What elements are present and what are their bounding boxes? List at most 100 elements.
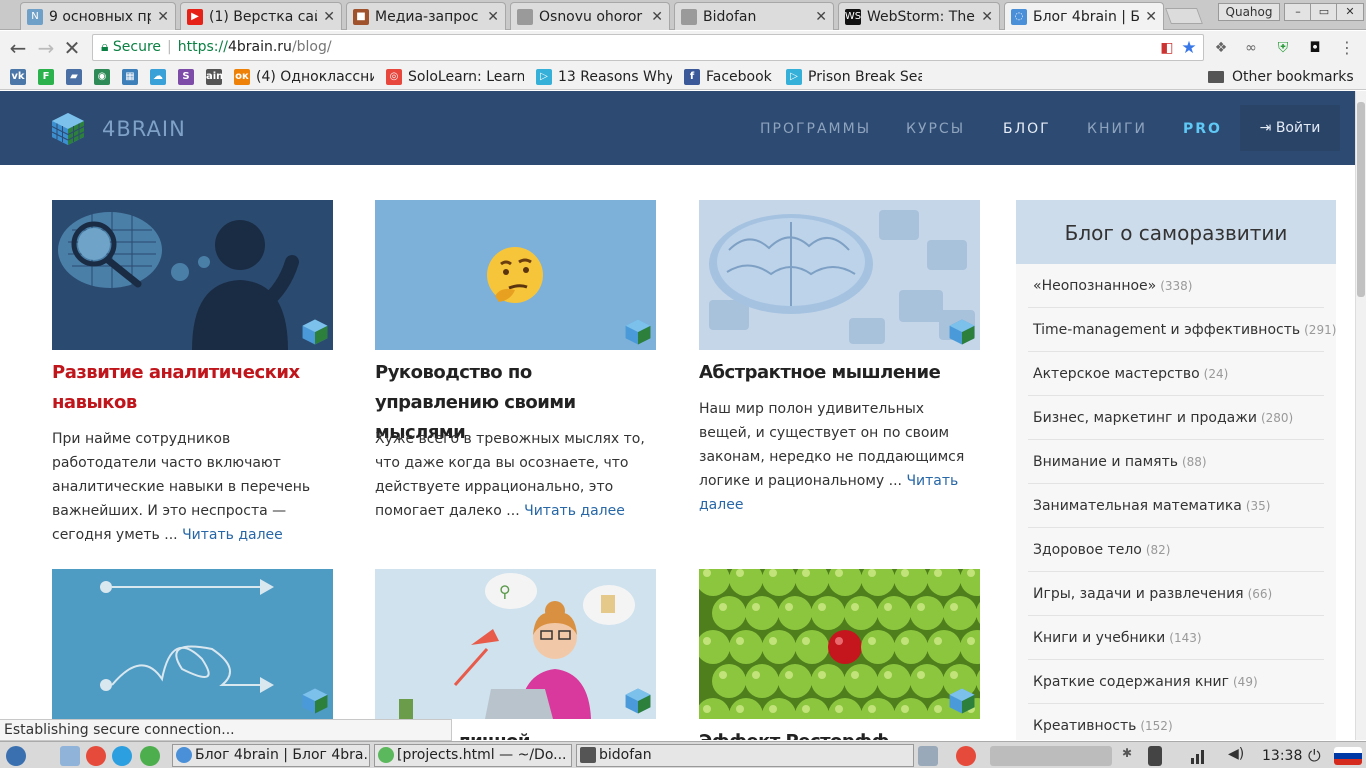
taskbar-window-folder[interactable]: bidofan [576, 744, 914, 767]
menu-icon[interactable]: ⋮ [1338, 39, 1356, 57]
tab-active[interactable]: ◌ Блог 4brain | Бл ✕ [1004, 2, 1164, 30]
tab[interactable]: N 9 основных пр ✕ [20, 2, 176, 30]
thinking-face-illustration [375, 200, 656, 350]
category-item[interactable]: Креативность (152) [1028, 704, 1324, 740]
post-thumbnail[interactable] [699, 200, 980, 350]
volume-icon[interactable]: ◀) [1228, 746, 1246, 766]
nav-blog[interactable]: БЛОГ [1003, 121, 1051, 137]
category-item[interactable]: Внимание и память (88) [1028, 440, 1324, 484]
grid-icon: ▦ [122, 69, 138, 85]
taskbar-window-browser[interactable]: Блог 4brain | Блог 4bra... [172, 744, 370, 767]
post-thumbnail[interactable] [52, 569, 333, 719]
bookmark-item[interactable]: vk [10, 68, 32, 86]
bookmark-item[interactable]: ◉ [94, 68, 116, 86]
site-logo[interactable]: 4BRAIN [50, 111, 186, 147]
workspace-icon[interactable] [918, 746, 938, 766]
signal-icon[interactable] [1190, 746, 1208, 766]
bookmark-item[interactable]: F [38, 68, 60, 86]
category-item[interactable]: Игры, задачи и развлечения (66) [1028, 572, 1324, 616]
shield-extension-icon[interactable]: ⛨ [1274, 39, 1292, 57]
workspace-pager[interactable] [990, 746, 1112, 766]
category-item[interactable]: Здоровое тело (82) [1028, 528, 1324, 572]
minimize-button[interactable]: – [1284, 3, 1312, 21]
stop-loading-icon[interactable]: ✕ [60, 36, 84, 60]
bookmark-item[interactable]: ок (4) Одноклассни [234, 68, 374, 86]
category-item[interactable]: Time-management и эффективность (291) [1028, 308, 1336, 352]
atom-launcher-icon[interactable] [140, 746, 160, 766]
battery-icon[interactable] [1148, 746, 1162, 766]
bookmark-item[interactable]: ▦ [122, 68, 144, 86]
close-icon[interactable]: ✕ [323, 9, 335, 25]
keyboard-layout-flag-icon[interactable] [1334, 747, 1362, 765]
category-name: Time-management и эффективность [1033, 322, 1301, 338]
chrome-tray-icon[interactable] [956, 746, 976, 766]
tab[interactable]: ■ Медиа-запрос ✕ [346, 2, 506, 30]
forward-icon[interactable]: → [34, 36, 58, 60]
category-item[interactable]: Краткие содержания книг (49) [1028, 660, 1324, 704]
url-scheme: https:// [177, 39, 228, 55]
category-item[interactable]: Актерское мастерство (24) [1028, 352, 1324, 396]
tab[interactable]: ▶ (1) Верстка сай ✕ [180, 2, 342, 30]
nav-books[interactable]: КНИГИ [1087, 121, 1147, 137]
post-thumbnail[interactable] [699, 569, 980, 719]
file-manager-icon[interactable] [60, 746, 80, 766]
logo-cube-icon [51, 113, 85, 145]
bookmark-item[interactable]: f Facebook [684, 68, 778, 86]
category-count: (152) [1140, 719, 1173, 733]
bookmark-item[interactable]: ▷ Prison Break Sea [786, 68, 922, 86]
star-bookmark-icon[interactable]: ★ [1180, 39, 1198, 57]
maximize-button[interactable]: ▭ [1310, 3, 1338, 21]
brain-puzzle-illustration [699, 200, 980, 350]
start-menu-icon[interactable] [6, 746, 26, 766]
category-item[interactable]: Занимательная математика (35) [1028, 484, 1324, 528]
post-thumbnail[interactable] [375, 200, 656, 350]
nav-programs[interactable]: ПРОГРАММЫ [760, 121, 871, 137]
paw-extension-icon[interactable]: ❖ [1212, 39, 1230, 57]
scrollbar-thumb[interactable] [1357, 102, 1365, 297]
close-icon[interactable]: ✕ [815, 9, 827, 25]
address-bar[interactable]: 🔒︎ Secure | https://4brain.ru/blog/ [92, 34, 1204, 61]
new-tab-button[interactable] [1165, 8, 1203, 24]
blocked-popup-icon[interactable]: ◧ [1158, 39, 1176, 57]
nav-courses[interactable]: КУРСЫ [906, 121, 965, 137]
profile-button[interactable]: Quahog [1218, 3, 1280, 21]
post-title[interactable]: Эффект Ресторфф [699, 727, 980, 740]
post-title[interactable]: Абстрактное мышление [699, 358, 980, 388]
bookmark-item[interactable]: ▰ [66, 68, 88, 86]
bookmarks-bar: Other bookmarks vk F ▰ ◉ ▦ ☁ Sain ок (4) Однокла… [0, 64, 1366, 90]
close-icon[interactable]: ✕ [981, 9, 993, 25]
close-icon[interactable]: ✕ [157, 9, 169, 25]
post-thumbnail[interactable]: ⚲ [375, 569, 656, 719]
bookmark-item[interactable]: ain [206, 68, 228, 86]
close-icon[interactable]: ✕ [487, 9, 499, 25]
bookmark-item[interactable]: S [178, 68, 200, 86]
bookmark-item[interactable]: ▷ 13 Reasons Why [536, 68, 672, 86]
post-title[interactable]: Развитие аналитических навыков [52, 358, 333, 418]
close-icon[interactable]: ✕ [1145, 9, 1157, 25]
bluetooth-icon[interactable]: ✱ [1122, 746, 1134, 766]
category-item[interactable]: Книги и учебники (143) [1028, 616, 1324, 660]
sync-extension-icon[interactable]: ◘ [1306, 39, 1324, 57]
tab[interactable]: Osnovu ohoror ✕ [510, 2, 670, 30]
chrome-launcher-icon[interactable] [86, 746, 106, 766]
power-icon[interactable]: ⏻ [1308, 746, 1326, 766]
back-icon[interactable]: ← [6, 36, 30, 60]
nav-pro[interactable]: PRO [1183, 121, 1222, 137]
tab[interactable]: WS WebStorm: The ✕ [838, 2, 1000, 30]
read-more-link[interactable]: Читать далее [182, 527, 283, 543]
category-item[interactable]: «Неопознанное» (338) [1028, 264, 1324, 308]
telegram-icon[interactable] [112, 746, 132, 766]
login-button[interactable]: ⇥ Войти [1240, 105, 1340, 151]
other-bookmarks-folder[interactable]: Other bookmarks [1208, 68, 1354, 86]
infinity-extension-icon[interactable]: ∞ [1242, 39, 1260, 57]
tab[interactable]: Bidofan ✕ [674, 2, 834, 30]
close-icon[interactable]: ✕ [651, 9, 663, 25]
taskbar-window-editor[interactable]: [projects.html — ~/Do... [374, 744, 572, 767]
close-window-button[interactable]: ✕ [1336, 3, 1364, 21]
bookmark-item[interactable]: ☁ [150, 68, 172, 86]
category-item[interactable]: Бизнес, маркетинг и продажи (280) [1028, 396, 1324, 440]
post-thumbnail[interactable] [52, 200, 333, 350]
bookmark-item[interactable]: ◎ SoloLearn: Learn [386, 68, 524, 86]
read-more-link[interactable]: Читать далее [524, 503, 625, 519]
category-name: Бизнес, маркетинг и продажи [1033, 410, 1257, 426]
